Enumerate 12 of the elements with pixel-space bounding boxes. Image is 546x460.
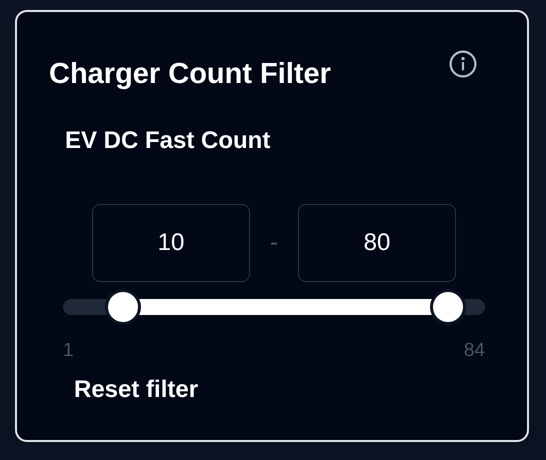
reset-link[interactable]: Reset filter	[74, 376, 198, 404]
max-label: 84	[464, 340, 485, 362]
slider-thumb[interactable]	[430, 289, 466, 325]
info-icon[interactable]	[449, 50, 477, 78]
card-title: Charger Count Filter	[49, 57, 331, 92]
filter-label: EV DC Fast Count	[65, 126, 272, 156]
min-input[interactable]: 10	[92, 204, 250, 282]
slider-track[interactable]	[63, 289, 485, 325]
range-separator: -	[269, 229, 279, 257]
slider-thumb[interactable]	[104, 289, 141, 325]
min-label: 1	[63, 340, 74, 362]
max-input[interactable]: 80	[298, 204, 456, 282]
